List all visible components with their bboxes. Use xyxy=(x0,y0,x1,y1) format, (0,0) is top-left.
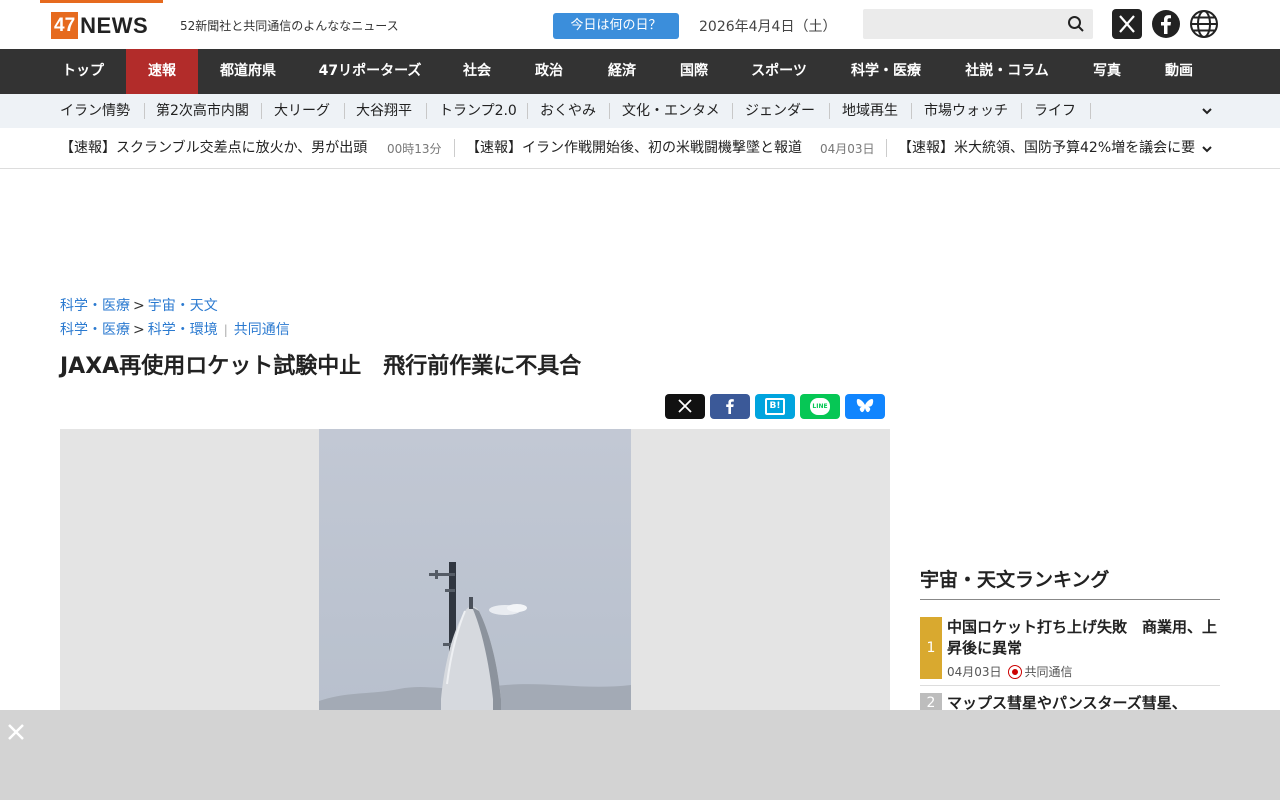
ranking-title-underline xyxy=(920,599,1220,600)
topic-divider xyxy=(344,103,345,119)
ranking-item-date: 04月03日 xyxy=(947,665,1002,679)
facebook-icon[interactable] xyxy=(1151,9,1181,39)
globe-icon[interactable] xyxy=(1189,9,1219,39)
ranking-title: 宇宙・天文ランキング xyxy=(920,569,1110,591)
site-tagline: 52新聞社と共同通信のよんななニュース xyxy=(180,19,399,33)
ticker-time: 04月03日 xyxy=(820,142,875,156)
site-logo[interactable]: 47 NEWS xyxy=(51,12,148,39)
topic-item-trump[interactable]: トランプ2.0 xyxy=(439,94,517,128)
topic-item-culture[interactable]: 文化・エンタメ xyxy=(622,94,720,128)
ticker-clip: 【速報】米大統領、国防予算42%増を議会に要 xyxy=(898,128,1196,169)
ticker-headline[interactable]: 【速報】スクランブル交差点に放火か、男が出頭 xyxy=(60,128,367,169)
x-icon xyxy=(678,399,692,413)
breadcrumb-parent[interactable]: 科学・医療 xyxy=(60,298,130,314)
nav-item-breaking[interactable]: 速報 xyxy=(126,49,198,94)
facebook-icon xyxy=(726,399,734,414)
site-header: 47 NEWS 52新聞社と共同通信のよんななニュース 今日は何の日？ 2026… xyxy=(0,0,1280,49)
topic-divider xyxy=(144,103,145,119)
nav-item-photos[interactable]: 写真 xyxy=(1070,49,1144,94)
topic-item-regional[interactable]: 地域再生 xyxy=(842,94,898,128)
ticker-time: 00時13分 xyxy=(387,142,442,156)
article-photo[interactable] xyxy=(319,429,631,710)
nav-item-economy[interactable]: 経済 xyxy=(586,49,658,94)
topic-divider xyxy=(527,103,528,119)
share-facebook-button[interactable] xyxy=(710,394,750,419)
share-bluesky-button[interactable] xyxy=(845,394,885,419)
share-x-button[interactable] xyxy=(665,394,705,419)
topic-divider xyxy=(829,103,830,119)
kyodo-logo-icon xyxy=(1007,664,1022,679)
nav-item-prefectures[interactable]: 都道府県 xyxy=(198,49,298,94)
share-line-button[interactable]: LINE xyxy=(800,394,840,419)
ranking-item-meta: 04月03日 共同通信 xyxy=(947,663,1073,680)
logo-text: NEWS xyxy=(80,12,149,38)
topic-divider xyxy=(609,103,610,119)
search-icon[interactable] xyxy=(1067,15,1085,33)
today-button[interactable]: 今日は何の日？ xyxy=(553,13,679,39)
topic-divider xyxy=(1021,103,1022,119)
nav-item-science[interactable]: 科学・医療 xyxy=(828,49,944,94)
nav-item-sports[interactable]: スポーツ xyxy=(730,49,828,94)
article-title: JAXA再使用ロケット試験中止 飛行前作業に不具合 xyxy=(60,354,582,379)
share-hatena-button[interactable]: B! xyxy=(755,394,795,419)
ranking-item-title[interactable]: 中国ロケット打ち上げ失敗 商業用、上昇後に異常 xyxy=(947,617,1217,659)
hatena-icon: B! xyxy=(765,398,785,415)
topic-divider xyxy=(426,103,427,119)
close-icon[interactable] xyxy=(6,722,26,742)
nav-item-videos[interactable]: 動画 xyxy=(1144,49,1214,94)
ticker-divider xyxy=(886,139,887,157)
ticker-divider xyxy=(454,139,455,157)
topic-item-gender[interactable]: ジェンダー xyxy=(745,94,815,128)
breaking-ticker: 【速報】スクランブル交差点に放火か、男が出頭 00時13分 【速報】イラン作戦開… xyxy=(0,128,1280,169)
topic-divider xyxy=(1090,103,1091,119)
breadcrumb: 科学・医療 > 科学・環境 | 共同通信 xyxy=(60,319,290,339)
breadcrumb-child[interactable]: 宇宙・天文 xyxy=(148,298,218,314)
breadcrumb-child[interactable]: 科学・環境 xyxy=(148,322,218,338)
search-input[interactable] xyxy=(863,9,1093,39)
ranking-divider xyxy=(920,685,1220,686)
nav-item-society[interactable]: 社会 xyxy=(442,49,512,94)
nav-item-top[interactable]: トップ xyxy=(40,49,126,94)
topic-item-mlb[interactable]: 大リーグ xyxy=(274,94,330,128)
nav-item-international[interactable]: 国際 xyxy=(658,49,730,94)
current-date: 2026年4月4日（土） xyxy=(699,19,837,35)
chevron-down-icon[interactable] xyxy=(1201,105,1213,117)
nav-item-47reporters[interactable]: 47リポーターズ xyxy=(298,49,442,94)
bottom-ad-overlay xyxy=(0,710,1280,800)
logo-accent-bar xyxy=(40,0,163,3)
article-source[interactable]: 共同通信 xyxy=(234,322,290,338)
rocket-image xyxy=(319,562,631,710)
ticker-headline[interactable]: 【速報】イラン作戦開始後、初の米戦闘機撃墜と報道 xyxy=(466,128,802,169)
breadcrumb-separator: > xyxy=(133,322,145,338)
breadcrumb-divider: | xyxy=(223,323,228,337)
logo-number: 47 xyxy=(51,12,79,39)
nav-item-editorials[interactable]: 社説・コラム xyxy=(944,49,1070,94)
topic-item-takaichi[interactable]: 第2次高市内閣 xyxy=(156,94,249,128)
nav-item-politics[interactable]: 政治 xyxy=(512,49,586,94)
topic-item-life[interactable]: ライフ xyxy=(1034,94,1076,128)
topic-divider xyxy=(732,103,733,119)
topic-item-obituaries[interactable]: おくやみ xyxy=(540,94,596,128)
ranking-badge-1: 1 xyxy=(920,617,942,679)
breadcrumb-parent[interactable]: 科学・医療 xyxy=(60,322,130,338)
topic-item-market[interactable]: 市場ウォッチ xyxy=(924,94,1008,128)
breadcrumb-separator: > xyxy=(133,298,145,314)
topic-divider xyxy=(261,103,262,119)
topic-item-ohtani[interactable]: 大谷翔平 xyxy=(356,94,412,128)
breadcrumb: 科学・医療 > 宇宙・天文 xyxy=(60,295,218,315)
chevron-down-icon[interactable] xyxy=(1201,143,1213,155)
topic-nav: イラン情勢 第2次高市内閣 大リーグ 大谷翔平 トランプ2.0 おくやみ 文化・… xyxy=(0,94,1280,128)
topic-divider xyxy=(911,103,912,119)
ticker-headline[interactable]: 【速報】米大統領、国防予算42%増を議会に要 xyxy=(898,128,1195,169)
line-icon: LINE xyxy=(810,398,830,415)
topic-item-iran[interactable]: イラン情勢 xyxy=(60,94,130,128)
x-icon[interactable] xyxy=(1112,9,1142,39)
ranking-item-source: 共同通信 xyxy=(1024,665,1073,679)
bluesky-icon xyxy=(856,399,874,413)
main-nav: トップ 速報 都道府県 47リポーターズ 社会 政治 経済 国際 スポーツ 科学… xyxy=(0,49,1280,94)
article-photo-frame xyxy=(60,429,890,710)
